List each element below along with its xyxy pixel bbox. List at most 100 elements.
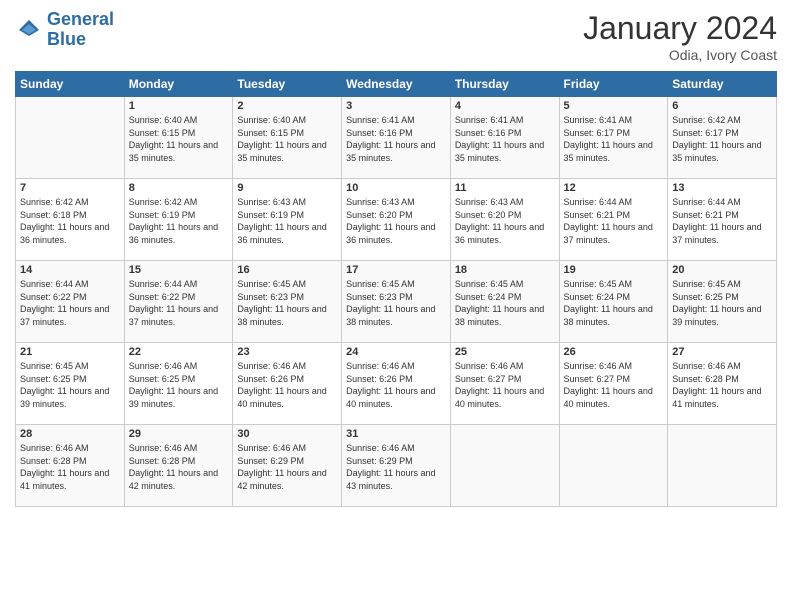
calendar-week-3: 21 Sunrise: 6:45 AMSunset: 6:25 PMDayligh… xyxy=(16,343,777,425)
table-row: 8 Sunrise: 6:42 AMSunset: 6:19 PMDaylight… xyxy=(124,179,233,261)
table-row xyxy=(450,425,559,507)
day-info: Sunrise: 6:46 AMSunset: 6:29 PMDaylight:… xyxy=(237,442,337,492)
table-row: 26 Sunrise: 6:46 AMSunset: 6:27 PMDayligh… xyxy=(559,343,668,425)
col-saturday: Saturday xyxy=(668,72,777,97)
header: General Blue January 2024 Odia, Ivory Co… xyxy=(15,10,777,63)
table-row: 6 Sunrise: 6:42 AMSunset: 6:17 PMDaylight… xyxy=(668,97,777,179)
day-info: Sunrise: 6:46 AMSunset: 6:28 PMDaylight:… xyxy=(672,360,772,410)
logo: General Blue xyxy=(15,10,114,50)
logo-general: General xyxy=(47,9,114,29)
day-number: 17 xyxy=(346,264,446,276)
day-info: Sunrise: 6:46 AMSunset: 6:27 PMDaylight:… xyxy=(455,360,555,410)
day-info: Sunrise: 6:45 AMSunset: 6:23 PMDaylight:… xyxy=(237,278,337,328)
day-number: 30 xyxy=(237,428,337,440)
day-info: Sunrise: 6:46 AMSunset: 6:26 PMDaylight:… xyxy=(237,360,337,410)
day-info: Sunrise: 6:46 AMSunset: 6:25 PMDaylight:… xyxy=(129,360,229,410)
day-number: 29 xyxy=(129,428,229,440)
logo-blue: Blue xyxy=(47,29,86,49)
table-row: 3Sunrise: 6:41 AMSunset: 6:16 PMDaylight… xyxy=(342,97,451,179)
day-info: Sunrise: 6:44 AMSunset: 6:22 PMDaylight:… xyxy=(20,278,120,328)
page: General Blue January 2024 Odia, Ivory Co… xyxy=(0,0,792,612)
day-number: 13 xyxy=(672,182,772,194)
table-row: 2Sunrise: 6:40 AMSunset: 6:15 PMDaylight… xyxy=(233,97,342,179)
table-row: 15 Sunrise: 6:44 AMSunset: 6:22 PMDayligh… xyxy=(124,261,233,343)
day-number: 7 xyxy=(20,182,120,194)
table-row: 23Sunrise: 6:46 AMSunset: 6:26 PMDayligh… xyxy=(233,343,342,425)
day-info: Sunrise: 6:42 AMSunset: 6:17 PMDaylight:… xyxy=(672,114,772,164)
table-row: 24 Sunrise: 6:46 AMSunset: 6:26 PMDayligh… xyxy=(342,343,451,425)
calendar-table: Sunday Monday Tuesday Wednesday Thursday… xyxy=(15,71,777,507)
day-number: 10 xyxy=(346,182,446,194)
col-thursday: Thursday xyxy=(450,72,559,97)
day-number: 20 xyxy=(672,264,772,276)
day-info: Sunrise: 6:46 AMSunset: 6:29 PMDaylight:… xyxy=(346,442,446,492)
table-row: 11 Sunrise: 6:43 AMSunset: 6:20 PMDayligh… xyxy=(450,179,559,261)
col-monday: Monday xyxy=(124,72,233,97)
calendar-week-4: 28 Sunrise: 6:46 AMSunset: 6:28 PMDayligh… xyxy=(16,425,777,507)
col-tuesday: Tuesday xyxy=(233,72,342,97)
day-info: Sunrise: 6:46 AMSunset: 6:28 PMDaylight:… xyxy=(20,442,120,492)
day-number: 18 xyxy=(455,264,555,276)
table-row: 21 Sunrise: 6:45 AMSunset: 6:25 PMDayligh… xyxy=(16,343,125,425)
day-number: 5 xyxy=(564,100,664,112)
day-info: Sunrise: 6:41 AMSunset: 6:17 PMDaylight:… xyxy=(564,114,664,164)
table-row: 1Sunrise: 6:40 AMSunset: 6:15 PMDaylight… xyxy=(124,97,233,179)
day-info: Sunrise: 6:45 AMSunset: 6:24 PMDaylight:… xyxy=(455,278,555,328)
table-row: 16 Sunrise: 6:45 AMSunset: 6:23 PMDayligh… xyxy=(233,261,342,343)
day-number: 9 xyxy=(237,182,337,194)
day-info: Sunrise: 6:42 AMSunset: 6:19 PMDaylight:… xyxy=(129,196,229,246)
table-row: 30 Sunrise: 6:46 AMSunset: 6:29 PMDayligh… xyxy=(233,425,342,507)
table-row: 10Sunrise: 6:43 AMSunset: 6:20 PMDayligh… xyxy=(342,179,451,261)
day-number: 15 xyxy=(129,264,229,276)
table-row: 14Sunrise: 6:44 AMSunset: 6:22 PMDayligh… xyxy=(16,261,125,343)
table-row: 27 Sunrise: 6:46 AMSunset: 6:28 PMDayligh… xyxy=(668,343,777,425)
day-number: 27 xyxy=(672,346,772,358)
day-info: Sunrise: 6:43 AMSunset: 6:19 PMDaylight:… xyxy=(237,196,337,246)
col-wednesday: Wednesday xyxy=(342,72,451,97)
day-number: 1 xyxy=(129,100,229,112)
day-info: Sunrise: 6:46 AMSunset: 6:27 PMDaylight:… xyxy=(564,360,664,410)
day-number: 8 xyxy=(129,182,229,194)
day-number: 31 xyxy=(346,428,446,440)
day-number: 4 xyxy=(455,100,555,112)
logo-text: General Blue xyxy=(47,10,114,50)
day-number: 26 xyxy=(564,346,664,358)
day-info: Sunrise: 6:45 AMSunset: 6:24 PMDaylight:… xyxy=(564,278,664,328)
col-sunday: Sunday xyxy=(16,72,125,97)
table-row: 28 Sunrise: 6:46 AMSunset: 6:28 PMDayligh… xyxy=(16,425,125,507)
table-row: 4Sunrise: 6:41 AMSunset: 6:16 PMDaylight… xyxy=(450,97,559,179)
day-info: Sunrise: 6:41 AMSunset: 6:16 PMDaylight:… xyxy=(346,114,446,164)
month-title: January 2024 xyxy=(583,10,777,47)
day-number: 12 xyxy=(564,182,664,194)
calendar-week-0: 1Sunrise: 6:40 AMSunset: 6:15 PMDaylight… xyxy=(16,97,777,179)
table-row: 31 Sunrise: 6:46 AMSunset: 6:29 PMDayligh… xyxy=(342,425,451,507)
day-info: Sunrise: 6:45 AMSunset: 6:23 PMDaylight:… xyxy=(346,278,446,328)
table-row: 19 Sunrise: 6:45 AMSunset: 6:24 PMDayligh… xyxy=(559,261,668,343)
day-number: 21 xyxy=(20,346,120,358)
table-row: 5 Sunrise: 6:41 AMSunset: 6:17 PMDaylight… xyxy=(559,97,668,179)
table-row xyxy=(16,97,125,179)
table-row: 20 Sunrise: 6:45 AMSunset: 6:25 PMDayligh… xyxy=(668,261,777,343)
title-area: January 2024 Odia, Ivory Coast xyxy=(583,10,777,63)
table-row: 12 Sunrise: 6:44 AMSunset: 6:21 PMDayligh… xyxy=(559,179,668,261)
day-info: Sunrise: 6:43 AMSunset: 6:20 PMDaylight:… xyxy=(455,196,555,246)
day-number: 16 xyxy=(237,264,337,276)
day-number: 25 xyxy=(455,346,555,358)
day-info: Sunrise: 6:45 AMSunset: 6:25 PMDaylight:… xyxy=(20,360,120,410)
day-info: Sunrise: 6:46 AMSunset: 6:28 PMDaylight:… xyxy=(129,442,229,492)
header-row: Sunday Monday Tuesday Wednesday Thursday… xyxy=(16,72,777,97)
calendar-week-1: 7Sunrise: 6:42 AMSunset: 6:18 PMDaylight… xyxy=(16,179,777,261)
table-row: 18 Sunrise: 6:45 AMSunset: 6:24 PMDayligh… xyxy=(450,261,559,343)
day-info: Sunrise: 6:44 AMSunset: 6:22 PMDaylight:… xyxy=(129,278,229,328)
day-info: Sunrise: 6:44 AMSunset: 6:21 PMDaylight:… xyxy=(564,196,664,246)
day-number: 19 xyxy=(564,264,664,276)
day-number: 11 xyxy=(455,182,555,194)
day-number: 24 xyxy=(346,346,446,358)
day-number: 6 xyxy=(672,100,772,112)
day-number: 28 xyxy=(20,428,120,440)
table-row: 22Sunrise: 6:46 AMSunset: 6:25 PMDayligh… xyxy=(124,343,233,425)
table-row: 13Sunrise: 6:44 AMSunset: 6:21 PMDayligh… xyxy=(668,179,777,261)
day-number: 2 xyxy=(237,100,337,112)
day-info: Sunrise: 6:45 AMSunset: 6:25 PMDaylight:… xyxy=(672,278,772,328)
day-info: Sunrise: 6:46 AMSunset: 6:26 PMDaylight:… xyxy=(346,360,446,410)
